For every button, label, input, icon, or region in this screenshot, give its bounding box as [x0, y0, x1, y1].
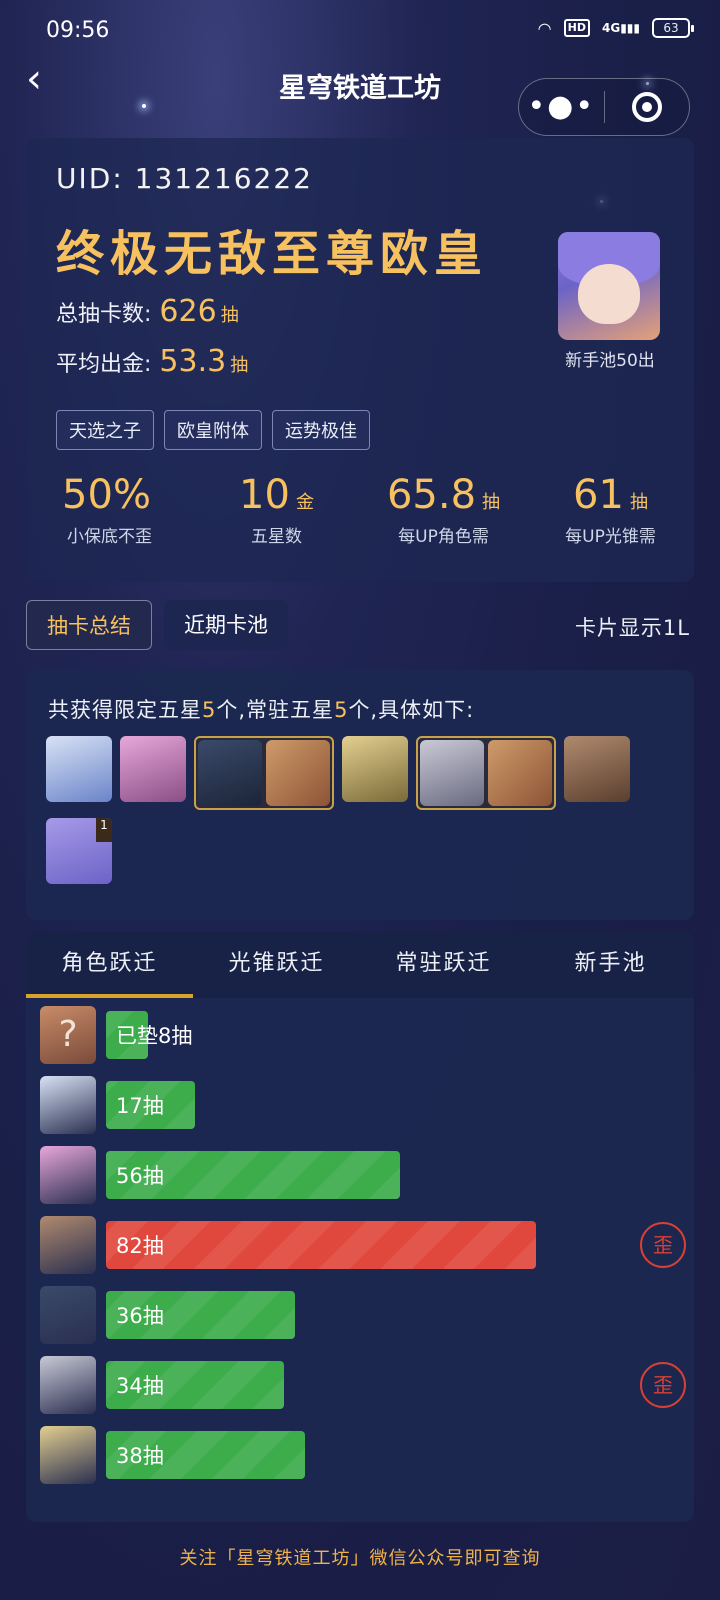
- metric: 61 抽 每UP光锥需: [565, 472, 656, 547]
- pull-bar-row: 82抽 歪: [40, 1216, 686, 1274]
- summary-card: UID: 131216222 终极无敌至尊欧皇 总抽卡数: 626 抽 平均出金: 5…: [26, 138, 694, 582]
- status-time: 09:56: [46, 18, 110, 43]
- battery-icon: 63: [652, 18, 694, 38]
- character-icon[interactable]: [120, 736, 186, 802]
- pull-count-label: 已垫8抽: [116, 1024, 193, 1048]
- tab-lightcone-warp[interactable]: 光锥跃迁: [193, 932, 360, 998]
- avatar-caption: 新手池50出: [565, 351, 655, 371]
- pull-count-label: 17抽: [116, 1094, 164, 1118]
- pull-bar-row: 36抽: [40, 1286, 680, 1344]
- tab-character-warp[interactable]: 角色跃迁: [26, 932, 193, 998]
- lightcone-icon: [266, 740, 330, 806]
- pull-count-label: 34抽: [116, 1374, 164, 1398]
- character-icon: [420, 740, 484, 806]
- nav-bar: ‹ 星穹铁道工坊 •●•: [0, 59, 720, 136]
- tab-beginner-warp[interactable]: 新手池: [527, 932, 694, 998]
- character-icon[interactable]: 1: [46, 818, 112, 884]
- lightcone-icon: [488, 740, 552, 806]
- signal-icon: 4G▮▮▮: [601, 21, 640, 35]
- avatar: [558, 232, 660, 340]
- off-banner-stamp: 歪: [640, 1222, 686, 1268]
- pull-bar-row: ? 已垫8抽: [40, 1006, 680, 1064]
- mini-program-capsule: •●•: [518, 78, 690, 136]
- tab-standard-warp[interactable]: 常驻跃迁: [360, 932, 527, 998]
- close-program-button[interactable]: [605, 92, 690, 122]
- pull-count-label: 38抽: [116, 1444, 164, 1468]
- character-lightcone-pair[interactable]: [194, 736, 334, 810]
- metric: 50% 小保底不歪: [62, 472, 152, 547]
- character-icon[interactable]: [564, 736, 630, 802]
- tab-recent-banners[interactable]: 近期卡池: [164, 600, 288, 650]
- character-avatar[interactable]: [40, 1426, 96, 1484]
- off-banner-stamp: 歪: [640, 1362, 686, 1408]
- tag: 天选之子: [56, 410, 154, 450]
- count-badge: 1: [96, 818, 112, 842]
- pull-count-label: 82抽: [116, 1234, 164, 1258]
- pull-bar-row: 17抽: [40, 1076, 680, 1134]
- character-avatar[interactable]: [40, 1356, 96, 1414]
- wifi-icon: ◠: [537, 18, 552, 38]
- character-avatar[interactable]: [40, 1076, 96, 1134]
- five-star-list: 1: [46, 736, 676, 884]
- pull-bar: [106, 1221, 536, 1269]
- average-pulls: 平均出金: 53.3 抽: [56, 344, 249, 379]
- metric: 10 金 五星数: [239, 472, 314, 547]
- warp-history-card: 角色跃迁 光锥跃迁 常驻跃迁 新手池 ? 已垫8抽 17抽 56抽 82抽歪 36抽 34抽…: [26, 932, 694, 1522]
- character-avatar[interactable]: [40, 1216, 96, 1274]
- character-avatar[interactable]: [40, 1146, 96, 1204]
- five-star-summary: 共获得限定五星5个,常驻五星5个,具体如下:: [48, 698, 475, 722]
- pull-bar-row: 38抽: [40, 1426, 680, 1484]
- status-bar: 09:56 ◠ HD 4G▮▮▮ 63: [0, 0, 720, 62]
- character-lightcone-pair[interactable]: [416, 736, 556, 810]
- tag-list: 天选之子 欧皇附体 运势极佳: [56, 410, 370, 450]
- pull-count-label: 56抽: [116, 1164, 164, 1188]
- character-icon: [198, 740, 262, 806]
- pull-bar-row: 34抽 歪: [40, 1356, 686, 1414]
- five-star-card: 共获得限定五星5个,常驻五星5个,具体如下: 1: [26, 670, 694, 920]
- display-mode-toggle[interactable]: 卡片显示1L: [575, 612, 690, 642]
- footer-note: 关注「星穹铁道工坊」微信公众号即可查询: [179, 1548, 541, 1569]
- character-icon[interactable]: [342, 736, 408, 802]
- metric: 65.8 抽 每UP角色需: [386, 472, 501, 547]
- tag: 欧皇附体: [164, 410, 262, 450]
- target-icon: [631, 92, 662, 122]
- character-avatar[interactable]: [40, 1286, 96, 1344]
- hd-icon: HD: [563, 19, 590, 37]
- warp-tabs: 角色跃迁 光锥跃迁 常驻跃迁 新手池: [26, 932, 694, 998]
- more-options-button[interactable]: •●•: [519, 92, 604, 122]
- summary-tabs: 抽卡总结 近期卡池: [26, 600, 288, 650]
- total-pulls: 总抽卡数: 626 抽: [56, 294, 239, 329]
- pull-bar-row: 56抽: [40, 1146, 680, 1204]
- unknown-avatar[interactable]: ?: [40, 1006, 96, 1064]
- pull-count-label: 36抽: [116, 1304, 164, 1328]
- tab-pull-summary[interactable]: 抽卡总结: [26, 600, 152, 650]
- rank-title: 终极无敌至尊欧皇: [56, 226, 489, 282]
- uid-text: UID: 131216222: [56, 162, 313, 195]
- tag: 运势极佳: [272, 410, 370, 450]
- metrics-row: 50% 小保底不歪 10 金 五星数 65.8 抽 每UP角色需 61 抽 每UP光锥…: [26, 472, 694, 547]
- character-icon[interactable]: [46, 736, 112, 802]
